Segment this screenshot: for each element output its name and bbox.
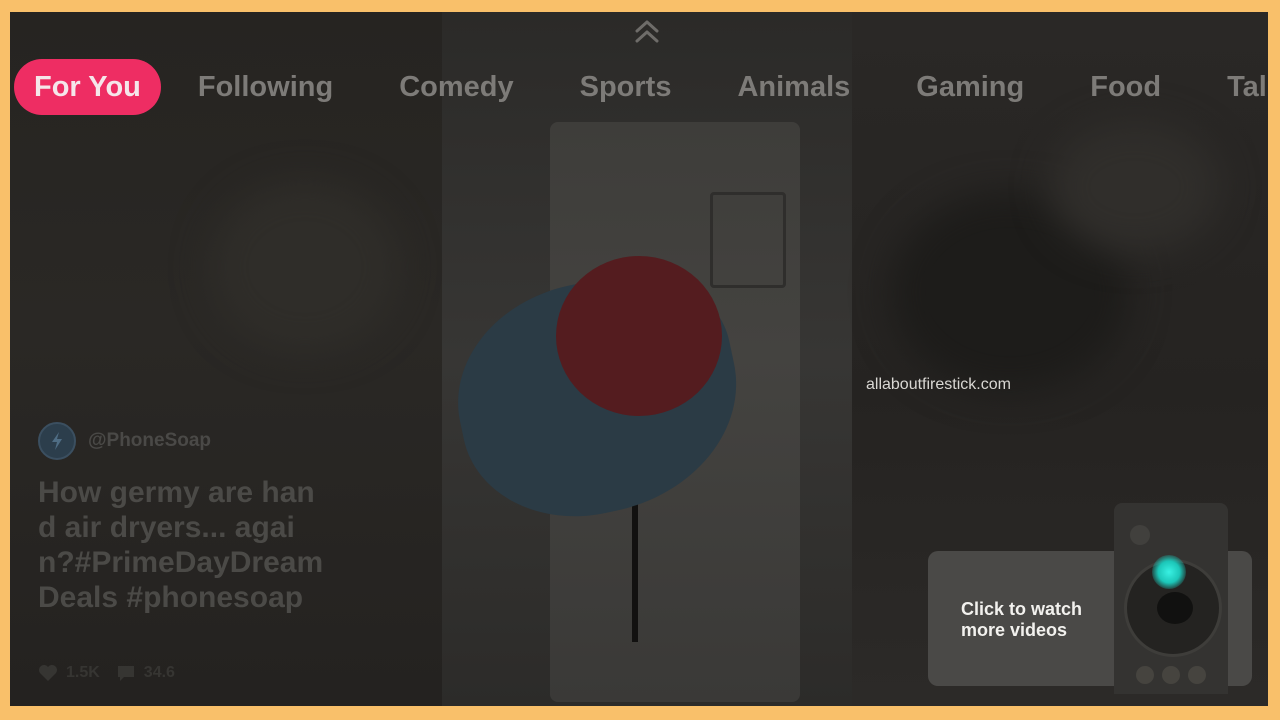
tab-talent[interactable]: Talen bbox=[1194, 59, 1268, 115]
remote-button bbox=[1130, 525, 1150, 545]
comment-stat: 34.6 bbox=[116, 664, 175, 682]
site-watermark: allaboutfirestick.com bbox=[866, 376, 1011, 393]
video-author[interactable]: @PhoneSoap bbox=[38, 422, 211, 460]
remote-button bbox=[1188, 666, 1206, 684]
comment-count: 34.6 bbox=[143, 664, 175, 681]
video-caption: How germy are hand air dryers... again?#… bbox=[38, 476, 324, 614]
remote-button bbox=[1136, 666, 1154, 684]
like-count: 1.5K bbox=[66, 664, 100, 681]
background-blur bbox=[210, 182, 400, 352]
lightning-icon bbox=[52, 432, 62, 450]
tab-animals[interactable]: Animals bbox=[704, 59, 883, 115]
video-scene-petri-dish bbox=[556, 256, 722, 416]
background-blur bbox=[1050, 122, 1220, 252]
author-handle[interactable]: @PhoneSoap bbox=[88, 430, 211, 452]
like-stat: 1.5K bbox=[38, 664, 100, 682]
remote-control-illustration bbox=[1114, 503, 1228, 694]
tab-for-you[interactable]: For You bbox=[14, 59, 161, 115]
category-tab-bar: For You Following Comedy Sports Animals … bbox=[14, 59, 1268, 115]
video-scene-vent bbox=[710, 192, 786, 288]
tab-following[interactable]: Following bbox=[165, 59, 366, 115]
remote-press-indicator-icon bbox=[1152, 555, 1186, 589]
tab-gaming[interactable]: Gaming bbox=[883, 59, 1057, 115]
comment-icon bbox=[117, 666, 134, 681]
video-stats: 1.5K 34.6 bbox=[38, 664, 175, 682]
heart-icon bbox=[39, 665, 57, 681]
remote-select-button bbox=[1157, 592, 1193, 624]
tab-food[interactable]: Food bbox=[1057, 59, 1194, 115]
tab-sports[interactable]: Sports bbox=[547, 59, 705, 115]
double-chevron-up-icon[interactable] bbox=[632, 16, 662, 46]
tab-comedy[interactable]: Comedy bbox=[366, 59, 546, 115]
watch-more-hint-text: Click to watch more videos bbox=[961, 599, 1083, 640]
remote-button bbox=[1162, 666, 1180, 684]
avatar[interactable] bbox=[38, 422, 76, 460]
